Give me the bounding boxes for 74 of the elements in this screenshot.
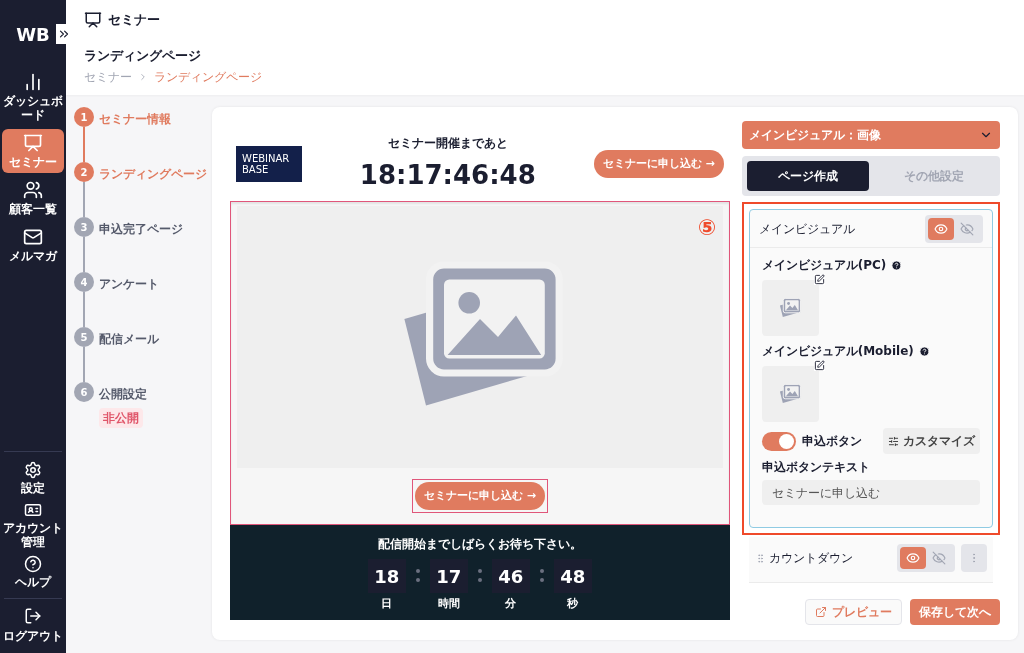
header-title: セミナー <box>108 11 160 29</box>
sliders-icon <box>888 435 899 447</box>
toggle-switch[interactable] <box>761 431 796 451</box>
annotation-number: ⑤ <box>697 217 717 239</box>
edit-icon[interactable] <box>813 360 825 371</box>
help-icon <box>24 555 42 573</box>
field-label: 申込ボタンテキスト <box>761 459 871 476</box>
colon-icon <box>477 568 482 584</box>
sidebar-item[interactable]: メルマガ <box>2 223 64 267</box>
block-title: メインビジュアル <box>758 220 855 238</box>
presenter-icon <box>23 133 43 153</box>
timer-unit: 分 <box>505 596 517 612</box>
id-card-icon <box>24 501 42 519</box>
edit-icon[interactable] <box>813 274 825 285</box>
logout-button[interactable]: ログアウト <box>3 599 63 653</box>
colon-icon <box>539 568 544 584</box>
timer-digits: 48 <box>553 559 592 593</box>
countdown-heading: セミナー開催まであと <box>387 134 508 152</box>
step-number: 4 <box>74 272 94 292</box>
field-label: メインビジュアル(PC) <box>761 257 887 274</box>
eye-off-icon <box>960 221 974 236</box>
collapse-button[interactable] <box>56 24 72 44</box>
chart-icon <box>23 72 43 92</box>
logout-icon <box>24 607 42 625</box>
tab[interactable]: ページ作成 <box>746 161 869 191</box>
external-link-icon <box>815 606 827 618</box>
eye-icon <box>906 551 920 565</box>
help-icon <box>918 345 930 357</box>
presenter-icon <box>84 10 102 29</box>
logo: WB <box>16 22 50 47</box>
image-placeholder-icon <box>778 382 803 406</box>
countdown-timer: 18:17:46:48 <box>359 158 536 192</box>
step-label[interactable]: 申込完了ページ <box>99 220 183 238</box>
step-label[interactable]: 配信メール <box>99 330 159 348</box>
timer-digits: 17 <box>429 559 468 593</box>
sidebar-item[interactable]: 顧客一覧 <box>2 176 64 220</box>
timer-unit: 秒 <box>567 596 579 612</box>
step-number: 6 <box>74 382 94 402</box>
timer-unit: 時間 <box>437 596 460 612</box>
page-title: ランディングページ <box>84 46 202 65</box>
sidebar-item[interactable]: アカウント管理 <box>2 500 64 550</box>
settings-icon <box>24 461 42 479</box>
people-icon <box>23 180 43 200</box>
help-icon <box>891 259 903 271</box>
customize-button[interactable]: カスタマイズ <box>883 428 980 454</box>
step-label[interactable]: 公開設定 <box>99 385 147 403</box>
sidebar-item[interactable]: 設定 <box>2 460 64 496</box>
step-number: 2 <box>74 162 94 182</box>
sidebar-item[interactable]: ヘルプ <box>2 554 64 590</box>
eye-icon <box>934 221 948 236</box>
colon-icon <box>415 568 420 584</box>
block-title: カウントダウン <box>768 550 853 567</box>
timer-digits: 18 <box>367 559 406 593</box>
text-field[interactable]: セミナーに申し込む <box>761 480 980 505</box>
step-number: 3 <box>74 217 94 237</box>
double-chevron-icon <box>57 27 71 41</box>
sidebar-item[interactable]: ダッシュボード <box>2 68 64 126</box>
eye-off-icon <box>932 551 946 565</box>
timer-unit: 日 <box>381 596 393 612</box>
step-number: 1 <box>74 107 94 127</box>
field-label: メインビジュアル(Mobile) <box>761 343 914 360</box>
webinar-logo: WEBINAR BASE <box>236 146 302 182</box>
visibility-switch[interactable] <box>925 214 983 243</box>
step-label[interactable]: アンケート <box>99 275 159 293</box>
banner-heading: 配信開始までしばらくお待ち下さい。 <box>377 536 582 553</box>
mail-icon <box>23 227 43 247</box>
visibility-switch[interactable] <box>897 544 955 572</box>
status-badge: 非公開 <box>99 408 143 428</box>
image-placeholder-icon <box>778 296 803 320</box>
chevron-icon <box>138 72 148 82</box>
breadcrumb-item: ランディングページ <box>154 69 262 86</box>
toggle-label: 申込ボタン <box>801 433 862 450</box>
timer-digits: 46 <box>491 559 530 593</box>
step-number: 5 <box>74 327 94 347</box>
